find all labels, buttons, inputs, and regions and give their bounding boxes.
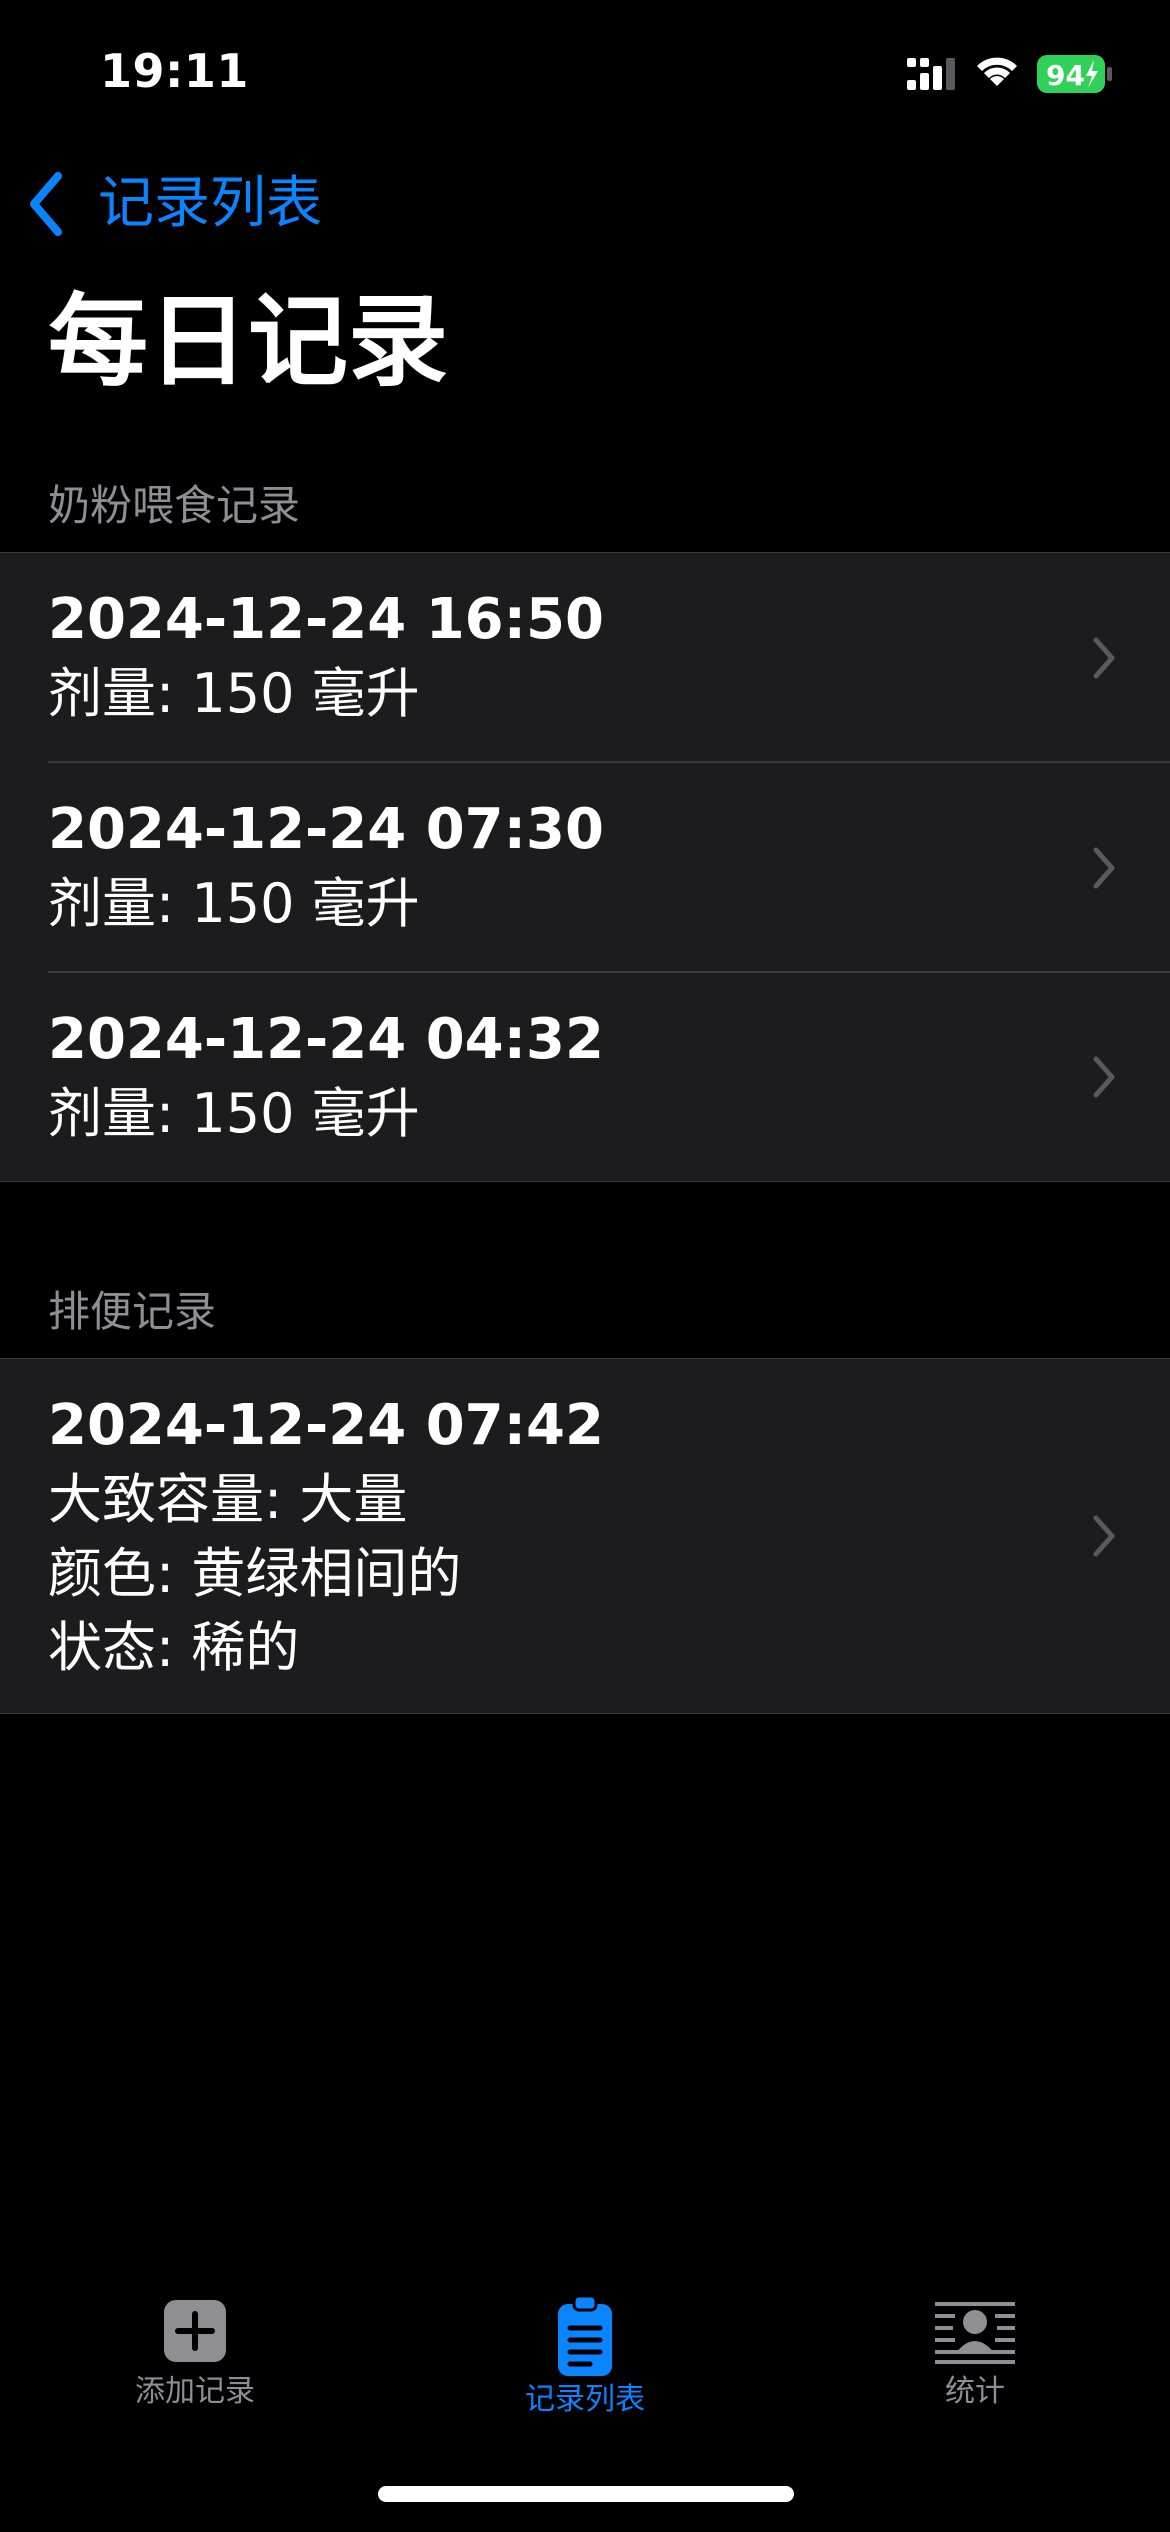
chevron-left-icon bbox=[30, 172, 62, 236]
screen: 19:11 94 记录列表 每日记录 奶粉喂食记录 2024-12-24 16:… bbox=[0, 0, 1170, 2532]
clipboard-icon bbox=[558, 2294, 612, 2376]
feeding-row[interactable]: 2024-12-24 04:32 剂量: 150 毫升 bbox=[0, 973, 1170, 1181]
tab-statistics[interactable]: 统计 bbox=[780, 2280, 1170, 2450]
chevron-right-icon bbox=[1093, 1056, 1115, 1098]
tab-label: 统计 bbox=[945, 2374, 1005, 2409]
feeding-row[interactable]: 2024-12-24 16:50 剂量: 150 毫升 bbox=[0, 553, 1170, 763]
tab-label: 添加记录 bbox=[135, 2374, 255, 2409]
status-time: 19:11 bbox=[100, 44, 249, 98]
feeding-row[interactable]: 2024-12-24 07:30 剂量: 150 毫升 bbox=[0, 763, 1170, 973]
home-indicator bbox=[378, 2486, 794, 2502]
row-date: 2024-12-24 07:42 bbox=[48, 1393, 604, 1458]
battery-level: 94 bbox=[1046, 59, 1085, 92]
bowel-row[interactable]: 2024-12-24 07:42 大致容量: 大量 颜色: 黄绿相间的 状态: … bbox=[0, 1359, 1170, 1713]
back-button[interactable]: 记录列表 bbox=[24, 168, 322, 240]
wifi-icon bbox=[977, 57, 1017, 86]
chevron-right-icon bbox=[1093, 847, 1115, 889]
tab-add-record[interactable]: 添加记录 bbox=[0, 2280, 390, 2450]
row-detail: 剂量: 150 毫升 bbox=[48, 662, 420, 725]
battery-icon: 94 bbox=[1037, 55, 1112, 93]
row-detail: 剂量: 150 毫升 bbox=[48, 1082, 420, 1145]
status-bar: 19:11 94 bbox=[0, 0, 1170, 150]
chevron-right-icon bbox=[1093, 637, 1115, 679]
row-detail-color: 颜色: 黄绿相间的 bbox=[48, 1542, 462, 1605]
row-date: 2024-12-24 07:30 bbox=[48, 797, 604, 862]
tab-record-list[interactable]: 记录列表 bbox=[390, 2280, 780, 2450]
tab-label: 记录列表 bbox=[525, 2382, 645, 2417]
page-title: 每日记录 bbox=[48, 283, 448, 400]
chevron-right-icon bbox=[1093, 1515, 1115, 1557]
back-button-label: 记录列表 bbox=[98, 171, 322, 236]
feeding-list: 2024-12-24 16:50 剂量: 150 毫升 2024-12-24 0… bbox=[0, 552, 1170, 1182]
row-date: 2024-12-24 16:50 bbox=[48, 587, 604, 652]
row-detail-state: 状态: 稀的 bbox=[48, 1616, 300, 1679]
row-detail: 剂量: 150 毫升 bbox=[48, 872, 420, 935]
row-date: 2024-12-24 04:32 bbox=[48, 1007, 604, 1072]
cellular-signal-icon bbox=[907, 58, 955, 90]
bowel-list: 2024-12-24 07:42 大致容量: 大量 颜色: 黄绿相间的 状态: … bbox=[0, 1358, 1170, 1714]
row-detail-volume: 大致容量: 大量 bbox=[48, 1468, 408, 1531]
plus-square-icon bbox=[164, 2300, 226, 2362]
person-stats-icon bbox=[935, 2302, 1015, 2364]
section-header-feeding: 奶粉喂食记录 bbox=[48, 481, 301, 530]
section-header-bowel: 排便记录 bbox=[48, 1287, 217, 1336]
